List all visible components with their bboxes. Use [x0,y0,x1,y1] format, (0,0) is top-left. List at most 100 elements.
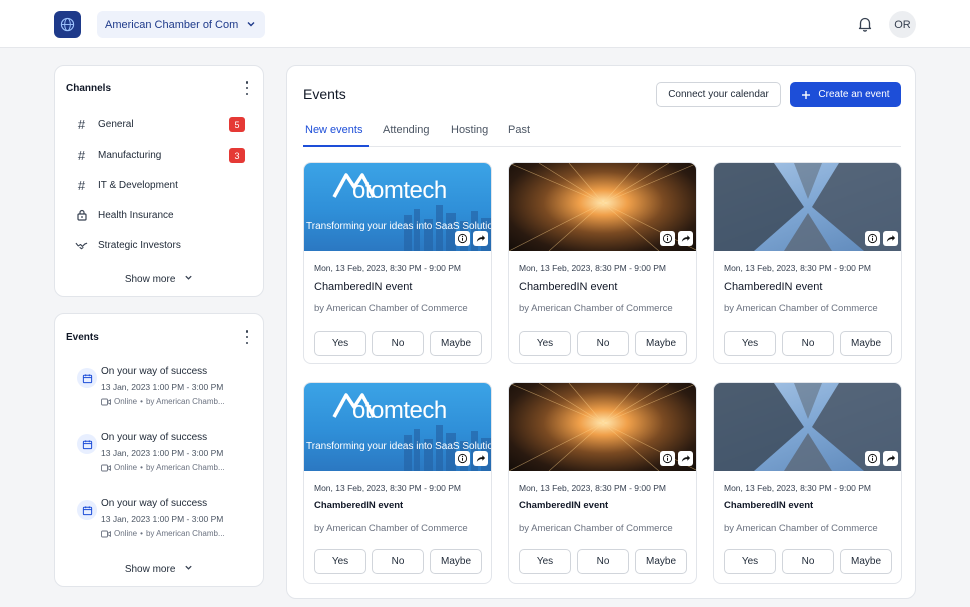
rsvp-maybe-button[interactable]: Maybe [430,331,482,356]
event-organizer: by American Chamber of Commerce [314,523,468,534]
chevron-down-icon [184,273,193,285]
event-name: ChamberedIN event [314,281,413,293]
event-organizer: by American Chamber of Commerce [314,303,468,314]
tab-attending[interactable]: Attending [383,124,429,147]
video-camera-icon [101,530,111,537]
rsvp-yes-button[interactable]: Yes [519,549,571,574]
share-icon[interactable] [883,451,898,466]
event-image-light-tunnel [509,383,696,471]
rsvp-yes-button[interactable]: Yes [519,331,571,356]
rsvp-no-button[interactable]: No [782,331,834,356]
channels-menu-icon[interactable] [244,81,250,95]
channel-label: IT & Development [98,179,178,191]
hash-icon: # [77,147,86,163]
tab-new-events[interactable]: New events [303,124,369,147]
globe-logo-icon [60,17,75,32]
info-icon[interactable] [455,231,470,246]
create-event-label: Create an event [818,89,890,100]
organization-selector[interactable]: American Chamber of Com... [97,11,265,38]
share-icon[interactable] [473,451,488,466]
info-icon[interactable] [660,231,675,246]
sidebar-event-time: 13 Jan, 2023 1:00 PM - 3:00 PM [101,448,224,458]
event-mode: Online [114,463,138,472]
event-mode: Online [114,397,138,406]
rsvp-no-button[interactable]: No [577,549,629,574]
event-name: ChamberedIN event [314,500,404,511]
info-icon[interactable] [865,451,880,466]
events-sidebar-title: Events [66,332,99,343]
info-icon[interactable] [455,451,470,466]
page-title: Events [303,86,346,102]
rsvp-no-button[interactable]: No [577,331,629,356]
chevron-down-icon [184,563,193,575]
event-organizer: by American Chamber of Commerce [519,523,673,534]
calendar-icon [77,500,97,520]
event-name: ChamberedIN event [519,281,618,293]
event-card[interactable]: Mon, 13 Feb, 2023, 8:30 PM - 9:00 PM Cha… [508,382,697,584]
rsvp-no-button[interactable]: No [782,549,834,574]
rsvp-maybe-button[interactable]: Maybe [635,549,687,574]
info-icon[interactable] [660,451,675,466]
hash-icon: # [77,177,86,193]
create-event-button[interactable]: Create an event [790,82,901,107]
event-card[interactable]: Mon, 13 Feb, 2023, 8:30 PM - 9:00 PM Cha… [713,382,902,584]
event-image-skyscrapers [714,163,901,251]
event-date: Mon, 13 Feb, 2023, 8:30 PM - 9:00 PM [519,263,666,273]
tab-past[interactable]: Past [508,124,530,147]
event-organizer: by American Chamber of Commerce [724,303,878,314]
unread-badge: 3 [229,148,245,163]
bell-icon[interactable] [856,15,874,33]
share-icon[interactable] [678,451,693,466]
event-image-light-tunnel [509,163,696,251]
event-card[interactable]: otomtech Transforming your ideas into Sa… [303,162,492,364]
rsvp-no-button[interactable]: No [372,331,424,356]
rsvp-maybe-button[interactable]: Maybe [430,549,482,574]
organization-name: American Chamber of Com... [105,18,239,31]
channel-item-strategic-investors[interactable]: Strategic Investors [75,236,181,254]
sidebar-event-meta: Online • by American Chamb... [101,397,225,406]
rsvp-maybe-button[interactable]: Maybe [840,331,892,356]
event-card[interactable]: Mon, 13 Feb, 2023, 8:30 PM - 9:00 PM Cha… [508,162,697,364]
event-host: by American Chamb... [145,397,225,406]
event-card[interactable]: otomtech Transforming your ideas into Sa… [303,382,492,584]
unread-badge: 5 [229,117,245,132]
sidebar-event-title: On your way of success [101,432,208,443]
channels-show-more-button[interactable]: Show more [55,273,263,285]
event-tabs: New events Attending Hosting Past [303,122,901,147]
info-icon[interactable] [865,231,880,246]
event-host: by American Chamb... [145,529,225,538]
rsvp-no-button[interactable]: No [372,549,424,574]
channel-label: Manufacturing [98,149,162,161]
tab-hosting[interactable]: Hosting [451,124,488,147]
sidebar-event-title: On your way of success [101,366,208,377]
share-icon[interactable] [678,231,693,246]
event-date: Mon, 13 Feb, 2023, 8:30 PM - 9:00 PM [519,483,666,493]
event-organizer: by American Chamber of Commerce [724,523,878,534]
event-card[interactable]: Mon, 13 Feb, 2023, 8:30 PM - 9:00 PM Cha… [713,162,902,364]
events-main-panel: Events Connect your calendar Create an e… [286,65,916,599]
rsvp-maybe-button[interactable]: Maybe [635,331,687,356]
channel-label: General [98,118,134,130]
channel-item-health-insurance[interactable]: Health Insurance [75,206,174,224]
channel-item-manufacturing[interactable]: # Manufacturing [75,146,162,164]
connect-calendar-button[interactable]: Connect your calendar [656,82,781,107]
channel-item-it-development[interactable]: # IT & Development [75,176,178,194]
share-icon[interactable] [473,231,488,246]
calendar-icon [77,368,97,388]
rsvp-yes-button[interactable]: Yes [724,331,776,356]
event-image-skyscrapers [714,383,901,471]
channel-item-general[interactable]: # General [75,115,134,133]
event-name: ChamberedIN event [724,281,823,293]
events-show-more-button[interactable]: Show more [55,563,263,575]
rsvp-yes-button[interactable]: Yes [314,549,366,574]
app-logo[interactable] [54,11,81,38]
rsvp-yes-button[interactable]: Yes [314,331,366,356]
rsvp-maybe-button[interactable]: Maybe [840,549,892,574]
events-menu-icon[interactable] [244,330,250,344]
show-more-label: Show more [124,273,176,285]
rsvp-yes-button[interactable]: Yes [724,549,776,574]
user-avatar[interactable]: OR [889,11,916,38]
hash-icon: # [77,116,86,132]
share-icon[interactable] [883,231,898,246]
channels-panel: Channels # General 5 # Manufacturing 3 #… [54,65,264,297]
